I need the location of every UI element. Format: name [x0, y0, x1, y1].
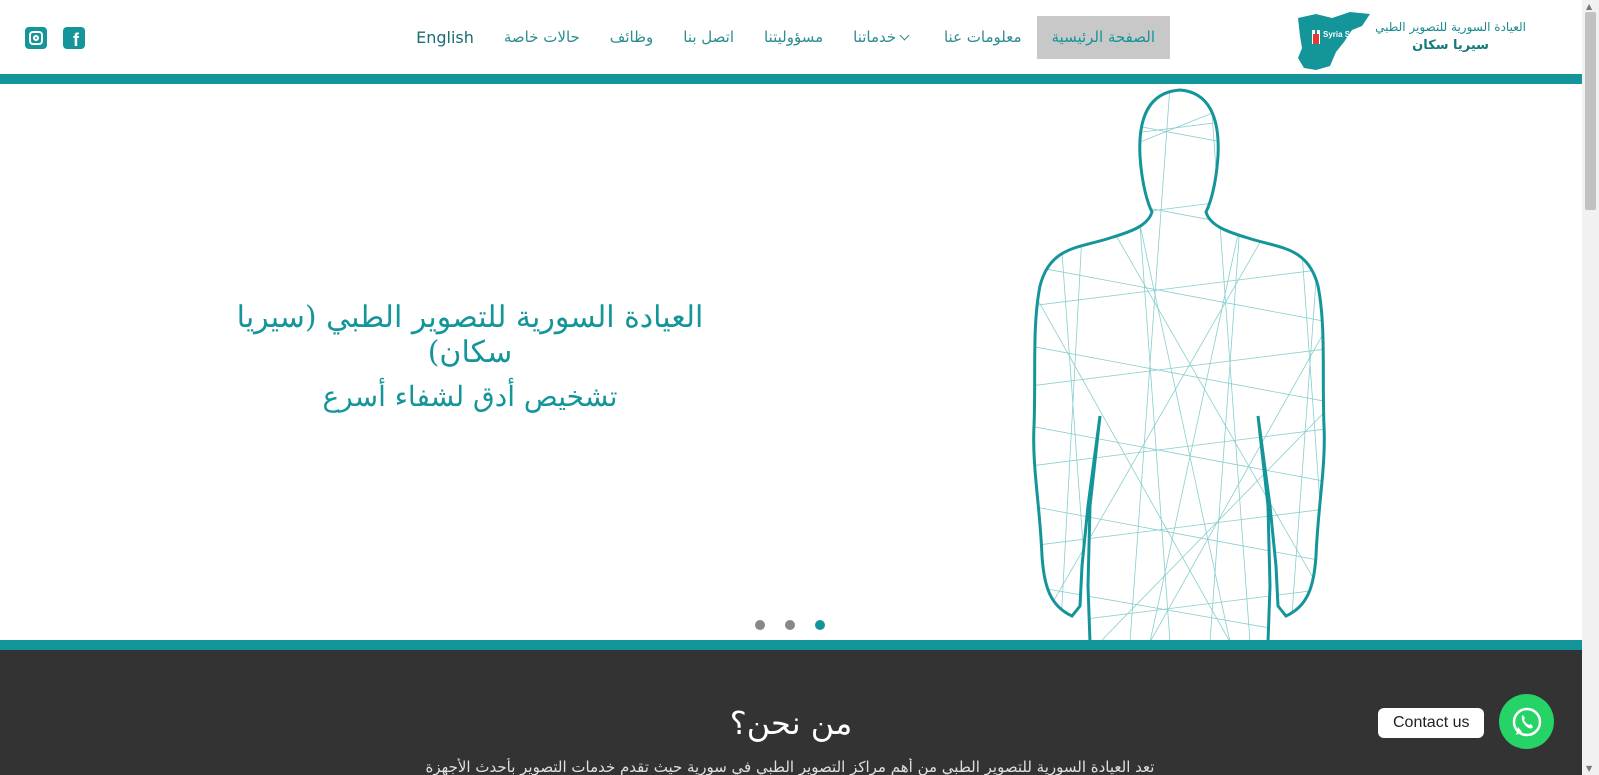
nav-services[interactable]: خدماتنا	[838, 16, 929, 59]
logo-line2: سيريا سكان	[1412, 38, 1489, 53]
nav-home[interactable]: الصفحة الرئيسية	[1036, 16, 1170, 59]
nav-responsibility[interactable]: مسؤوليتنا	[749, 16, 838, 59]
whatsapp-icon	[1512, 707, 1541, 736]
syria-map-logo-icon: Syria Scan	[1298, 12, 1370, 70]
scroll-up-arrow-icon[interactable]: ▲	[1586, 2, 1592, 11]
about-section: من نحن؟ تعد العيادة السورية للتصوير الطب…	[0, 650, 1582, 775]
about-text: تعد العيادة السورية للتصوير الطبي من أهم…	[425, 758, 1155, 775]
hero-title: العيادة السورية للتصوير الطبي (سيريا سكا…	[236, 300, 704, 370]
slider-dot-3[interactable]	[815, 620, 825, 630]
nav-special-cases[interactable]: حالات خاصة	[489, 16, 595, 59]
site-logo[interactable]: Syria Scan العيادة السورية للتصوير الطبي…	[1292, 6, 1542, 70]
scroll-thumb[interactable]	[1585, 12, 1596, 210]
social-links: f	[25, 27, 85, 50]
site-header: f الصفحة الرئيسية معلومات عنا خدماتنا مس…	[0, 0, 1582, 74]
page-scrollbar[interactable]: ▲ ▼	[1582, 0, 1599, 775]
logo-text: العيادة السورية للتصوير الطبي سيريا سكان	[1375, 20, 1526, 53]
nav-about[interactable]: معلومات عنا	[929, 16, 1037, 59]
slider-dot-1[interactable]	[755, 620, 765, 630]
main-nav: الصفحة الرئيسية معلومات عنا خدماتنا مسؤو…	[410, 16, 1170, 59]
whatsapp-button[interactable]	[1499, 694, 1554, 749]
logo-line1: العيادة السورية للتصوير الطبي	[1375, 20, 1526, 34]
slider-dots	[755, 620, 825, 630]
header-accent-bar	[0, 74, 1582, 84]
scroll-down-arrow-icon[interactable]: ▼	[1586, 764, 1592, 773]
hero-slider: العيادة السورية للتصوير الطبي (سيريا سكا…	[0, 84, 1582, 640]
nav-jobs[interactable]: وظائف	[595, 16, 668, 59]
hero-subtitle: تشخيص أدق لشفاء أسرع	[322, 380, 618, 413]
nav-services-label: خدماتنا	[853, 28, 897, 46]
slider-dot-2[interactable]	[785, 620, 795, 630]
logo-brand-text: Syria Scan	[1323, 30, 1364, 39]
nav-contact[interactable]: اتصل بنا	[668, 16, 749, 59]
contact-us-label[interactable]: Contact us	[1378, 708, 1485, 738]
chevron-down-icon	[899, 30, 910, 41]
hero-accent-bar	[0, 640, 1582, 650]
instagram-icon[interactable]	[25, 27, 47, 49]
facebook-icon[interactable]: f	[63, 27, 85, 50]
human-body-illustration	[1032, 88, 1326, 640]
nav-english[interactable]: English	[401, 16, 489, 59]
about-title: من نحن؟	[729, 704, 853, 742]
